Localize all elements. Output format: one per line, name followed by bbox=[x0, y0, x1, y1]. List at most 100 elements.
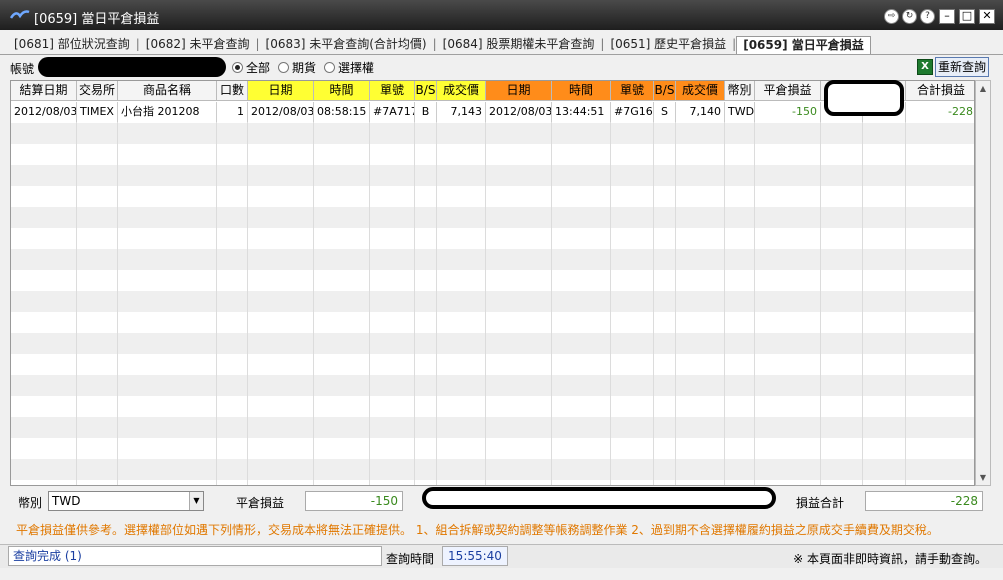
vertical-scrollbar[interactable]: ▲ ▼ bbox=[975, 80, 991, 486]
app-logo-icon bbox=[10, 10, 30, 19]
total-value: -228 bbox=[865, 491, 983, 511]
column-header[interactable]: 交易所 bbox=[77, 81, 118, 101]
table-cell: #7G166 bbox=[611, 102, 654, 122]
column-divider bbox=[414, 102, 415, 485]
refresh-circle-icon[interactable]: ↻ bbox=[902, 9, 917, 24]
account-field-redacted[interactable] bbox=[38, 57, 226, 77]
column-header[interactable]: 時間 bbox=[552, 81, 611, 101]
maximize-button[interactable]: □ bbox=[959, 9, 975, 24]
table-cell: TIMEX bbox=[77, 102, 118, 122]
status-bar: 查詢完成 (1) 查詢時間 15:55:40 ※ 本頁面非即時資訊，請手動查詢。 bbox=[0, 544, 1003, 568]
table-cell: 7,140 bbox=[676, 102, 725, 122]
table-cell: S bbox=[654, 102, 676, 122]
column-header[interactable]: 口數 bbox=[217, 81, 248, 101]
radio-options-label: 選擇權 bbox=[338, 61, 375, 75]
column-header[interactable]: 日期 bbox=[248, 81, 314, 101]
radio-options[interactable]: 選擇權 bbox=[324, 59, 374, 76]
radio-futures[interactable]: 期貨 bbox=[278, 59, 316, 76]
disclaimer-text: 平倉損益僅供參考。選擇權部位如遇下列情形，交易成本將無法正確提供。 1、組合拆解… bbox=[16, 523, 939, 537]
chevron-down-icon[interactable]: ▼ bbox=[189, 492, 203, 510]
table-row[interactable] bbox=[11, 291, 974, 312]
table-cell: 小台指 201208 bbox=[118, 102, 217, 122]
tab-0683[interactable]: [0683] 未平倉查詢(合計均價) bbox=[260, 36, 433, 54]
column-divider bbox=[653, 102, 654, 485]
pnl-table[interactable]: 結算日期 交易所 商品名稱 口數 日期 時間 單號 B/S 成交價 日期 時間 單號 B/S 成交價 幣別平… bbox=[10, 80, 975, 486]
table-row[interactable] bbox=[11, 438, 974, 459]
scroll-down-icon[interactable]: ▼ bbox=[976, 470, 990, 485]
table-row[interactable] bbox=[11, 396, 974, 417]
product-filter: 全部 期貨 選擇權 bbox=[232, 59, 374, 76]
scroll-up-icon[interactable]: ▲ bbox=[976, 81, 990, 96]
table-cell: 7,143 bbox=[437, 102, 486, 122]
table-cell: #7A717 bbox=[370, 102, 415, 122]
table-row[interactable] bbox=[11, 144, 974, 165]
column-header[interactable]: 成交價 bbox=[437, 81, 486, 101]
table-row[interactable] bbox=[11, 207, 974, 228]
table-cell: 2012/08/03 bbox=[486, 102, 552, 122]
redacted-header-mask bbox=[824, 80, 904, 116]
refresh-query-button[interactable]: 重新查詢 bbox=[935, 57, 989, 77]
radio-unchecked-icon bbox=[324, 62, 336, 73]
column-header[interactable]: 幣別 bbox=[725, 81, 755, 101]
table-cell: 2012/08/03 bbox=[248, 102, 314, 122]
table-cell: B bbox=[415, 102, 437, 122]
table-row[interactable] bbox=[11, 312, 974, 333]
radio-all-label: 全部 bbox=[246, 61, 271, 75]
redacted-summary-mask bbox=[422, 487, 776, 509]
column-header[interactable]: 結算日期 bbox=[11, 81, 77, 101]
filter-bar: 帳號 全部 期貨 選擇權 X 重新查詢 bbox=[0, 57, 1003, 79]
close-button[interactable]: ✕ bbox=[979, 9, 995, 24]
help-icon[interactable]: ? bbox=[920, 9, 935, 24]
status-message: 查詢完成 (1) bbox=[8, 546, 382, 566]
minimize-button[interactable]: – bbox=[939, 9, 955, 24]
table-row[interactable] bbox=[11, 480, 974, 485]
table-row[interactable] bbox=[11, 123, 974, 144]
column-header[interactable]: B/S bbox=[415, 81, 437, 101]
column-header[interactable]: 單號 bbox=[611, 81, 654, 101]
table-row[interactable] bbox=[11, 354, 974, 375]
column-header[interactable]: B/S bbox=[654, 81, 676, 101]
account-label: 帳號 bbox=[10, 62, 35, 76]
column-divider bbox=[675, 102, 676, 485]
tab-0651[interactable]: [0651] 歷史平倉損益 bbox=[604, 36, 732, 54]
column-header[interactable]: 合計損益 bbox=[906, 81, 974, 101]
table-cell: TWD bbox=[725, 102, 755, 122]
exit-icon[interactable]: ⇨ bbox=[884, 9, 899, 24]
column-divider bbox=[551, 102, 552, 485]
table-cell: 2012/08/03 bbox=[11, 102, 77, 122]
column-divider bbox=[313, 102, 314, 485]
currency-value: TWD bbox=[52, 494, 81, 508]
table-row[interactable] bbox=[11, 270, 974, 291]
tab-0682[interactable]: [0682] 未平倉查詢 bbox=[140, 36, 256, 54]
table-row[interactable] bbox=[11, 333, 974, 354]
table-row[interactable] bbox=[11, 165, 974, 186]
radio-checked-icon bbox=[232, 62, 243, 73]
table-row[interactable] bbox=[11, 249, 974, 270]
column-header[interactable]: 商品名稱 bbox=[118, 81, 217, 101]
column-divider bbox=[820, 102, 821, 485]
column-divider bbox=[862, 102, 863, 485]
table-row[interactable] bbox=[11, 459, 974, 480]
radio-all[interactable]: 全部 bbox=[232, 59, 270, 76]
table-row[interactable] bbox=[11, 375, 974, 396]
table-row[interactable] bbox=[11, 186, 974, 207]
column-divider bbox=[610, 102, 611, 485]
currency-label: 幣別 bbox=[18, 496, 43, 510]
pnl-value: -150 bbox=[305, 491, 403, 511]
table-row[interactable] bbox=[11, 417, 974, 438]
column-header[interactable]: 時間 bbox=[314, 81, 370, 101]
tab-0659[interactable]: [0659] 當日平倉損益 bbox=[736, 36, 871, 55]
tab-0684[interactable]: [0684] 股票期權未平倉查詢 bbox=[437, 36, 601, 54]
column-header[interactable]: 日期 bbox=[486, 81, 552, 101]
excel-export-icon[interactable]: X bbox=[917, 59, 933, 75]
query-time-label: 查詢時間 bbox=[386, 552, 435, 566]
radio-futures-label: 期貨 bbox=[292, 61, 317, 75]
table-cell: 08:58:15 bbox=[314, 102, 370, 122]
table-row[interactable] bbox=[11, 228, 974, 249]
column-header[interactable]: 成交價 bbox=[676, 81, 725, 101]
tab-0681[interactable]: [0681] 部位狀況查詢 bbox=[8, 36, 136, 54]
currency-select[interactable]: TWD ▼ bbox=[48, 491, 204, 511]
column-header[interactable]: 平倉損益 bbox=[755, 81, 821, 101]
column-header[interactable]: 單號 bbox=[370, 81, 415, 101]
radio-unchecked-icon bbox=[278, 62, 290, 73]
